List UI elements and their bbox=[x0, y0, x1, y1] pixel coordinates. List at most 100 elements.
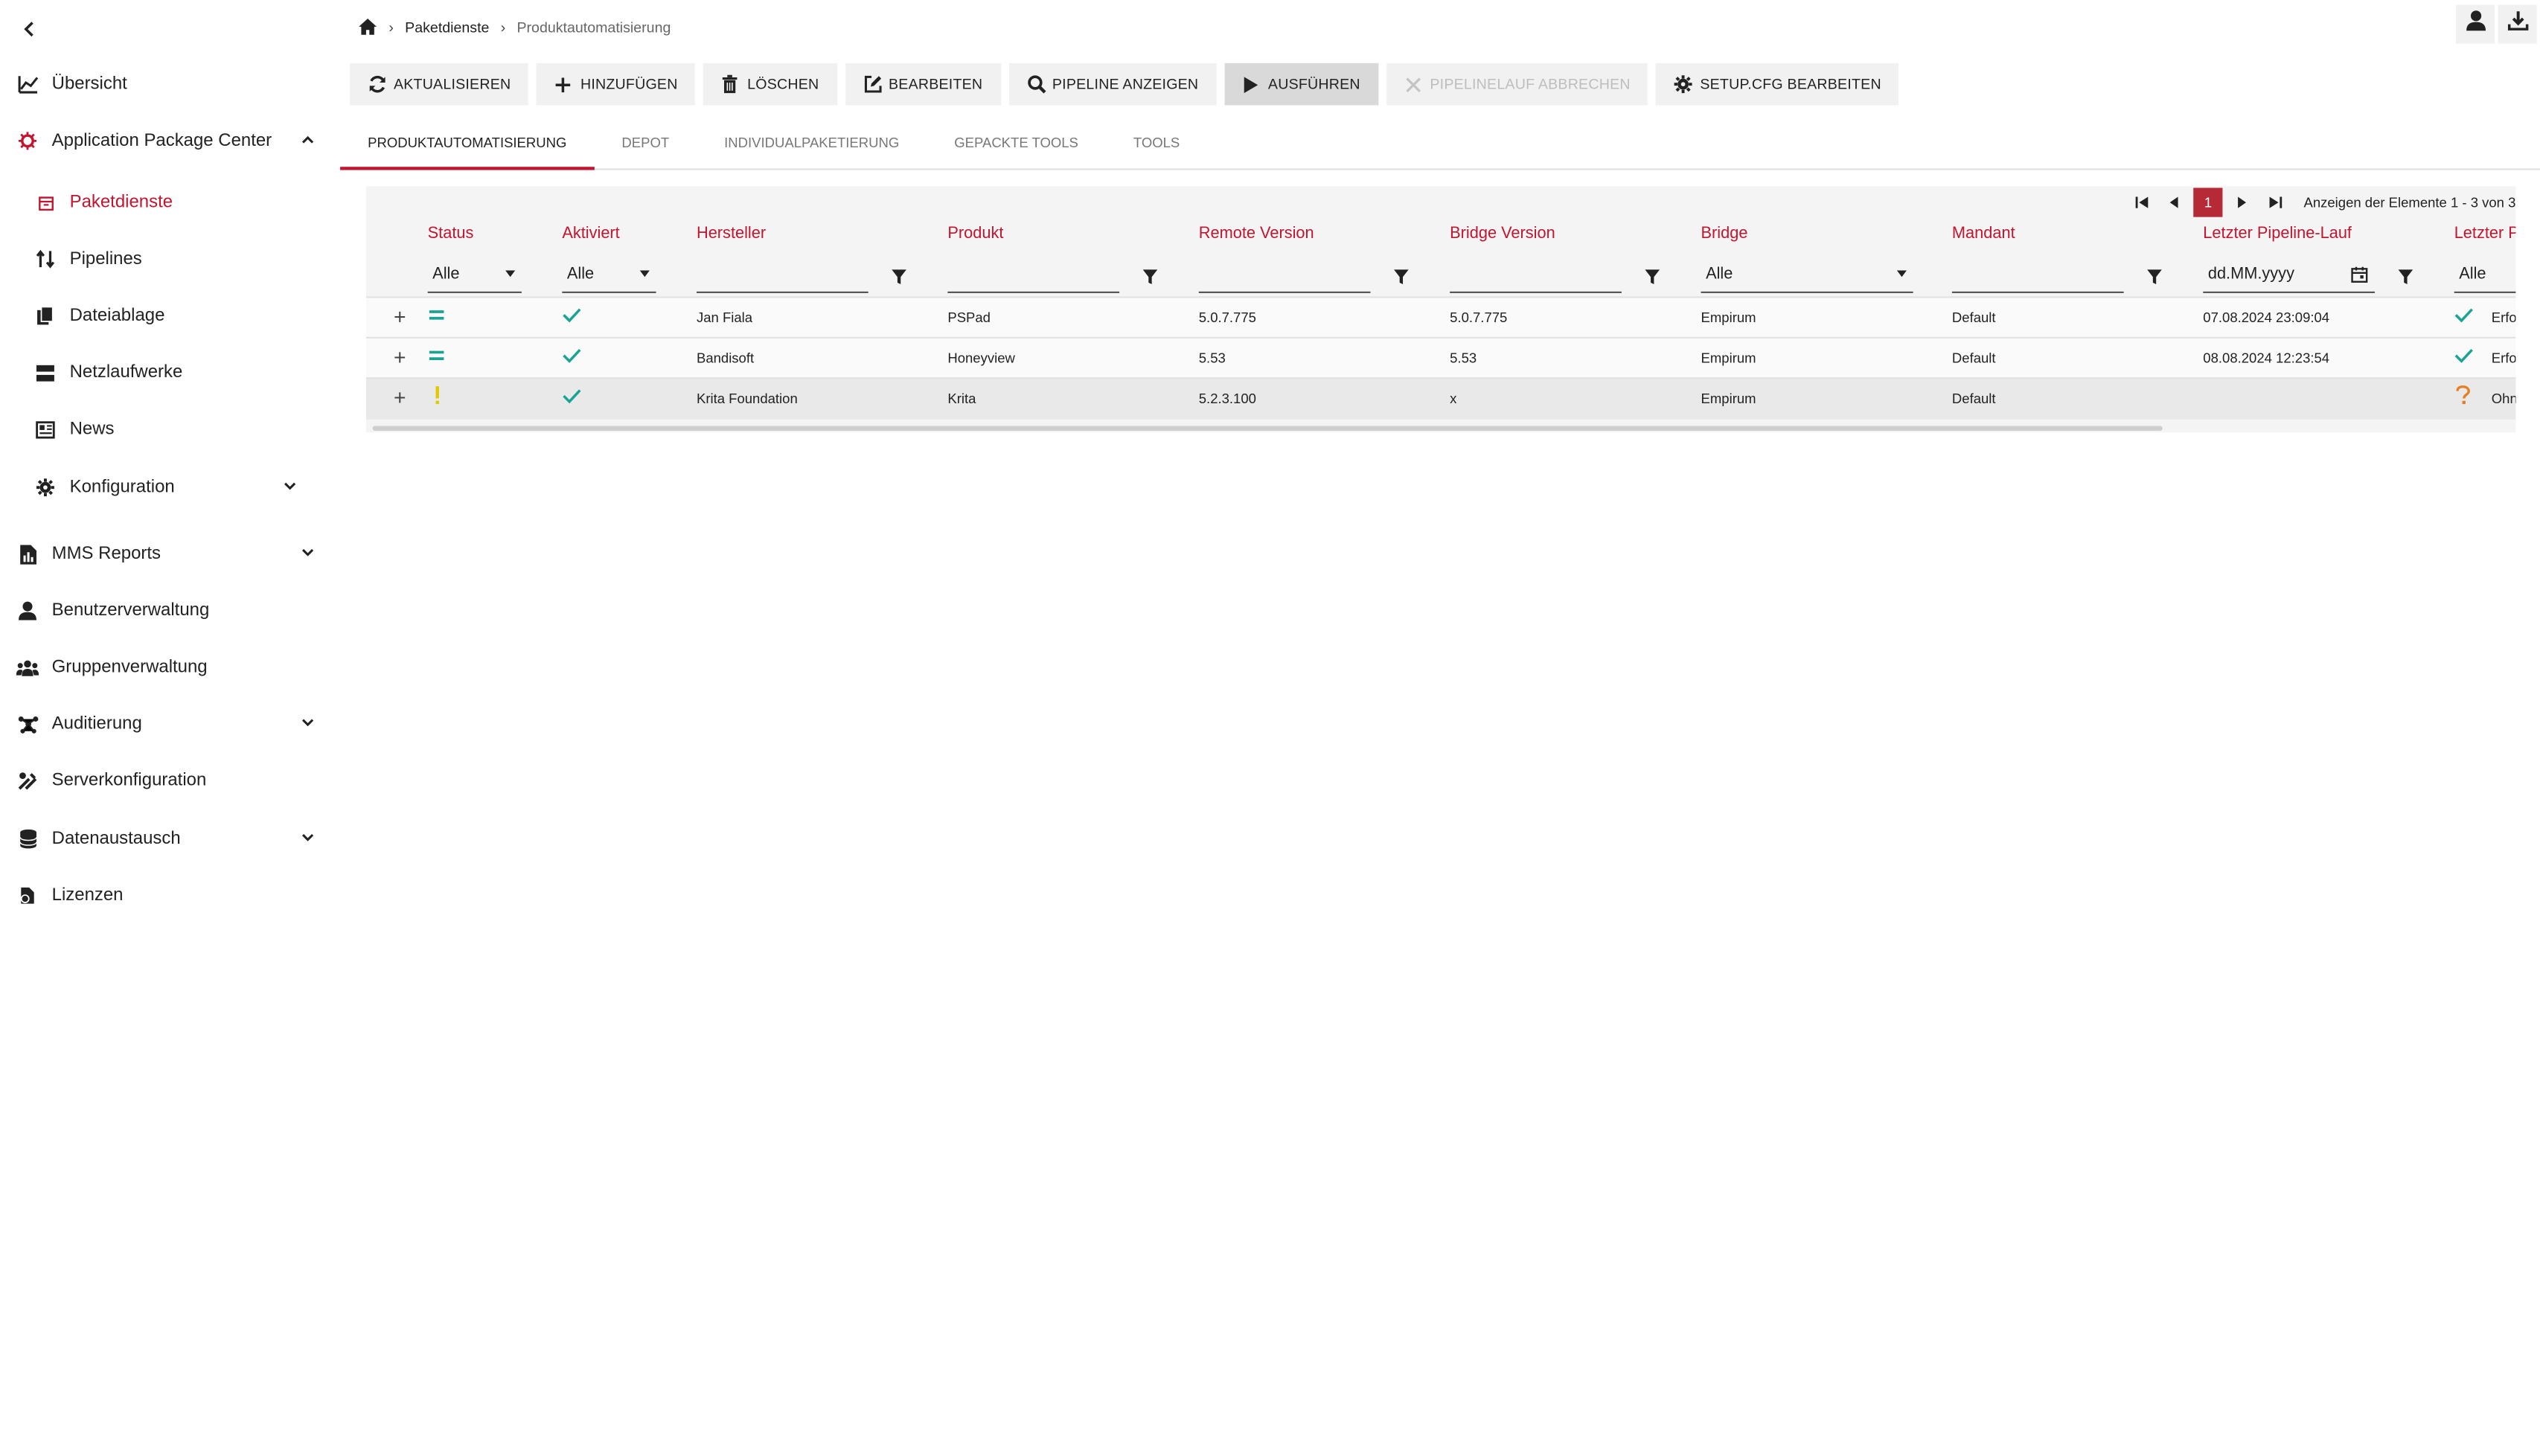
chart-line-icon bbox=[16, 73, 39, 95]
column-header-bridge[interactable]: Bridge bbox=[1701, 225, 1748, 243]
filter-icon[interactable] bbox=[1644, 264, 1660, 285]
column-header-mandant[interactable]: Mandant bbox=[1952, 225, 2015, 243]
sidebar-item-benutzerverwaltung[interactable]: Benutzerverwaltung bbox=[0, 586, 340, 635]
cell-bridge: Empirum bbox=[1701, 350, 1756, 366]
table-row[interactable]: + Jan Fiala PSPad 5.0.7.775 5.0.7.775 Em… bbox=[365, 296, 2516, 339]
status-filter[interactable]: Alle bbox=[427, 257, 522, 293]
column-header-aktiviert[interactable]: Aktiviert bbox=[562, 225, 619, 243]
aktiviert-filter[interactable]: Alle bbox=[562, 257, 656, 293]
prev-page-icon[interactable] bbox=[2161, 190, 2187, 216]
remote-version-filter[interactable] bbox=[1198, 257, 1371, 293]
abort-label: PIPELINELAUF ABBRECHEN bbox=[1430, 76, 1631, 93]
run-button[interactable]: AUSFÜHREN bbox=[1224, 62, 1378, 106]
column-header-letzter-pipeline-lauf[interactable]: Letzter Pipeline-Lauf bbox=[2203, 225, 2352, 243]
sidebar-item-uebersicht[interactable]: Übersicht bbox=[0, 60, 340, 109]
letzter-p-filter[interactable]: Alle bbox=[2454, 257, 2516, 293]
chevron-up-icon[interactable] bbox=[298, 129, 318, 149]
expand-row-icon[interactable]: + bbox=[394, 306, 406, 327]
sidebar-item-gruppenverwaltung[interactable]: Gruppenverwaltung bbox=[0, 643, 340, 691]
table-row[interactable]: + Bandisoft Honeyview 5.53 5.53 Empirum … bbox=[365, 336, 2516, 379]
edit-button[interactable]: BEARBEITEN bbox=[845, 62, 1001, 106]
current-page[interactable]: 1 bbox=[2193, 187, 2223, 217]
sidebar-item-application-package-center[interactable]: Application Package Center bbox=[0, 117, 340, 165]
show-pipeline-button[interactable]: PIPELINE ANZEIGEN bbox=[1008, 62, 1217, 106]
add-button[interactable]: HINZUFÜGEN bbox=[537, 62, 696, 106]
tab-gepackte-tools[interactable]: GEPACKTE TOOLS bbox=[927, 117, 1106, 167]
sidebar-item-datenaustausch[interactable]: Datenaustausch bbox=[0, 815, 340, 863]
hersteller-filter[interactable] bbox=[696, 257, 868, 293]
sidebar-item-label: Benutzerverwaltung bbox=[51, 600, 210, 620]
sidebar-item-lizenzen[interactable]: Lizenzen bbox=[0, 871, 340, 920]
aktiviert-filter-value: Alle bbox=[566, 265, 595, 283]
edit-setup-cfg-button[interactable]: SETUP.CFG BEARBEITEN bbox=[1656, 62, 1899, 106]
home-icon[interactable] bbox=[358, 17, 377, 38]
last-page-icon[interactable] bbox=[2262, 190, 2288, 216]
first-page-icon[interactable] bbox=[2128, 190, 2154, 216]
trash-icon bbox=[721, 74, 740, 94]
tab-produktautomatisierung[interactable]: PRODUKTAUTOMATISIERUNG bbox=[340, 117, 595, 170]
sidebar-item-mms-reports[interactable]: MMS Reports bbox=[0, 530, 340, 578]
filter-icon[interactable] bbox=[2398, 264, 2414, 285]
chevron-down-icon[interactable] bbox=[298, 827, 318, 847]
calendar-icon[interactable] bbox=[2350, 266, 2368, 288]
expand-row-icon[interactable]: + bbox=[394, 347, 406, 368]
delete-label: LÖSCHEN bbox=[747, 76, 819, 93]
sidebar-item-news[interactable]: News bbox=[0, 405, 340, 453]
close-icon bbox=[1404, 74, 1424, 94]
sidebar-item-konfiguration[interactable]: Konfiguration bbox=[0, 464, 340, 512]
next-page-icon[interactable] bbox=[2229, 190, 2255, 216]
horizontal-scrollbar[interactable] bbox=[372, 426, 2163, 432]
date-filter[interactable]: dd.MM.yyyy bbox=[2203, 257, 2376, 293]
download-button[interactable] bbox=[2498, 4, 2537, 44]
sidebar-item-paketdienste[interactable]: Paketdienste bbox=[0, 178, 340, 226]
breadcrumb-paketdienste[interactable]: Paketdienste bbox=[405, 19, 489, 36]
chevron-right-icon: › bbox=[388, 19, 394, 36]
column-header-produkt[interactable]: Produkt bbox=[947, 225, 1003, 243]
question-icon bbox=[2456, 385, 2471, 408]
sidebar-item-serverkonfiguration[interactable]: Serverkonfiguration bbox=[0, 757, 340, 805]
filter-icon[interactable] bbox=[2146, 264, 2163, 285]
collapse-sidebar-icon[interactable] bbox=[16, 16, 42, 42]
tab-depot[interactable]: DEPOT bbox=[594, 117, 697, 167]
sidebar-item-label: Dateiablage bbox=[69, 306, 165, 326]
sidebar-item-label: Serverkonfiguration bbox=[51, 771, 207, 791]
filter-icon[interactable] bbox=[1142, 264, 1159, 285]
cell-remote-version: 5.53 bbox=[1198, 350, 1226, 366]
filter-icon[interactable] bbox=[891, 264, 907, 285]
account-button[interactable] bbox=[2455, 4, 2495, 44]
sidebar-item-label: Netzlaufwerke bbox=[69, 362, 183, 382]
sidebar-item-dateiablage[interactable]: Dateiablage bbox=[0, 292, 340, 340]
sidebar-item-label: Datenaustausch bbox=[51, 829, 181, 849]
refresh-button[interactable]: AKTUALISIEREN bbox=[350, 62, 529, 106]
mandant-filter[interactable] bbox=[1951, 257, 2124, 293]
sidebar-item-label: Application Package Center bbox=[51, 131, 272, 151]
column-header-bridge-version[interactable]: Bridge Version bbox=[1450, 225, 1555, 243]
column-header-letzter-p[interactable]: Letzter P bbox=[2454, 225, 2516, 243]
sidebar-item-label: MMS Reports bbox=[51, 544, 161, 564]
column-header-status[interactable]: Status bbox=[428, 225, 474, 243]
tab-individualpaketierung[interactable]: INDIVIDUALPAKETIERUNG bbox=[697, 117, 927, 167]
sidebar-item-pipelines[interactable]: Pipelines bbox=[0, 235, 340, 283]
chevron-down-icon[interactable] bbox=[281, 476, 300, 496]
tab-tools[interactable]: TOOLS bbox=[1106, 117, 1207, 167]
check-icon bbox=[2454, 347, 2474, 368]
setup-label: SETUP.CFG BEARBEITEN bbox=[1700, 76, 1881, 93]
produkt-filter[interactable] bbox=[947, 257, 1120, 293]
chevron-down-icon[interactable] bbox=[298, 542, 318, 562]
abort-pipeline-button[interactable]: PIPELINELAUF ABBRECHEN bbox=[1386, 62, 1648, 106]
expand-row-icon[interactable]: + bbox=[394, 387, 406, 408]
filter-icon[interactable] bbox=[1393, 264, 1410, 285]
bridge-filter[interactable]: Alle bbox=[1701, 257, 1913, 293]
column-header-hersteller[interactable]: Hersteller bbox=[697, 225, 766, 243]
sidebar-item-netzlaufwerke[interactable]: Netzlaufwerke bbox=[0, 348, 340, 397]
delete-button[interactable]: LÖSCHEN bbox=[703, 62, 837, 106]
column-header-remote-version[interactable]: Remote Version bbox=[1199, 225, 1314, 243]
sidebar-item-auditierung[interactable]: Auditierung bbox=[0, 699, 340, 748]
bridge-version-filter[interactable] bbox=[1450, 257, 1622, 293]
cell-remote-version: 5.0.7.775 bbox=[1198, 309, 1256, 326]
chevron-down-icon[interactable] bbox=[298, 713, 318, 732]
breadcrumb: › Paketdienste › Produktautomatisierung bbox=[358, 15, 671, 41]
table-row[interactable]: + Krita Foundation Krita 5.2.3.100 x Emp… bbox=[365, 377, 2516, 420]
cell-bridge-version: 5.0.7.775 bbox=[1450, 309, 1508, 326]
sidebar: Übersicht Application Package Center Pak… bbox=[0, 0, 341, 1456]
